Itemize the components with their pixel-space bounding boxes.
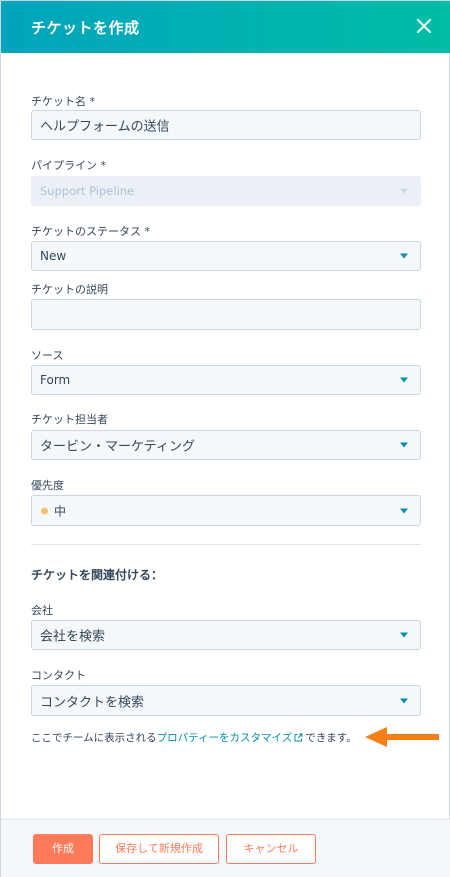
source-label: ソース	[31, 349, 64, 362]
create-button[interactable]: 作成	[33, 834, 93, 864]
cancel-button[interactable]: キャンセル	[226, 834, 316, 864]
external-link-icon[interactable]	[294, 733, 303, 745]
customize-hint: ここでチームに表示されるプロパティーをカスタマイズ できます。	[31, 730, 357, 745]
chevron-down-icon	[400, 508, 408, 513]
description-label: チケットの説明	[31, 283, 108, 296]
ticket-name-label: チケット名 *	[31, 95, 95, 108]
chevron-down-icon	[400, 698, 408, 703]
close-icon[interactable]	[413, 15, 435, 37]
status-label: チケットのステータス *	[31, 225, 150, 238]
contact-placeholder: コンタクトを検索	[40, 695, 145, 710]
company-placeholder: 会社を検索	[40, 629, 106, 645]
pipeline-value: Support Pipeline	[40, 184, 135, 198]
source-select[interactable]: Form	[31, 365, 421, 395]
associate-section-title: チケットを関連付ける：	[31, 568, 164, 582]
owner-label: チケット担当者	[31, 413, 108, 426]
pipeline-label: パイプライン *	[31, 159, 106, 172]
contact-label: コンタクト	[31, 669, 86, 682]
create-ticket-panel: チケットを作成 チケット名 * ヘルプフォームの送信 パイプライン * Supp…	[0, 0, 450, 877]
save-and-new-button[interactable]: 保存して新規作成	[99, 834, 219, 864]
arrow-left-icon	[365, 727, 441, 751]
source-value: Form	[40, 373, 71, 387]
panel-footer: 作成 保存して新規作成 キャンセル	[1, 819, 450, 877]
chevron-down-icon	[400, 188, 408, 194]
panel-title: チケットを作成	[31, 19, 140, 37]
chevron-down-icon	[400, 253, 408, 259]
chevron-down-icon	[400, 377, 408, 383]
company-search-select[interactable]: 会社を検索	[31, 620, 421, 650]
hint-suffix: できます。	[305, 732, 357, 744]
ticket-name-input[interactable]: ヘルプフォームの送信	[31, 110, 421, 140]
chevron-down-icon	[400, 632, 408, 638]
status-value: New	[40, 249, 67, 263]
pipeline-select: Support Pipeline	[31, 176, 421, 206]
chevron-down-icon	[400, 442, 408, 448]
description-input[interactable]	[31, 299, 421, 330]
company-label: 会社	[31, 604, 53, 617]
priority-label: 優先度	[31, 479, 64, 492]
customize-properties-link[interactable]: プロパティーをカスタマイズ	[157, 732, 293, 744]
priority-select[interactable]: 中	[31, 495, 421, 526]
contact-search-select[interactable]: コンタクトを検索	[31, 685, 421, 716]
owner-value: タービン・マーケティング	[40, 439, 195, 455]
hint-prefix: ここでチームに表示される	[31, 732, 157, 744]
priority-dot-icon	[41, 507, 48, 514]
ticket-name-value: ヘルプフォームの送信	[40, 119, 170, 135]
panel-header: チケットを作成	[1, 1, 450, 53]
priority-value: 中	[54, 504, 67, 518]
status-select[interactable]: New	[31, 241, 421, 271]
section-divider	[31, 544, 421, 545]
owner-select[interactable]: タービン・マーケティング	[31, 430, 421, 460]
